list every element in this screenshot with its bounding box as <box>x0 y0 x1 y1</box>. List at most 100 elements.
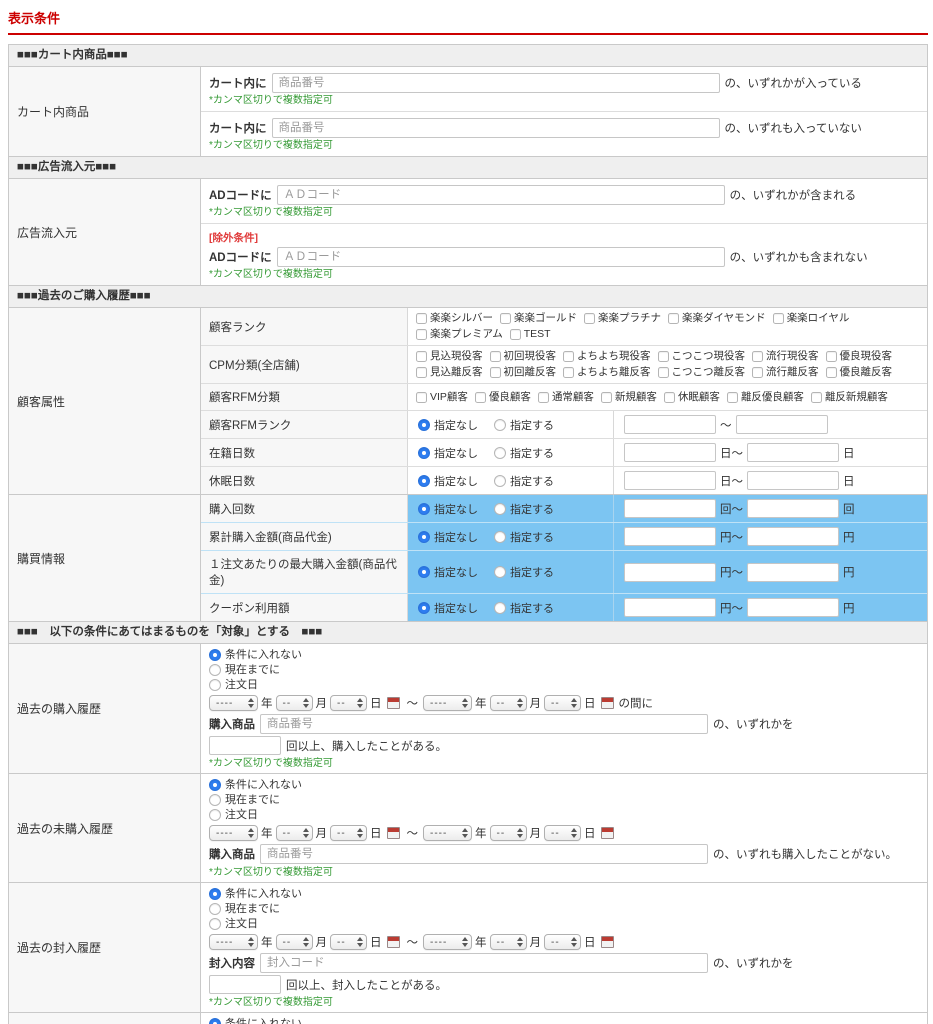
radio-icon[interactable] <box>209 779 221 791</box>
radio-option-0[interactable]: 条件に入れない <box>209 778 919 792</box>
checkbox-icon[interactable] <box>584 313 595 324</box>
checkbox-option[interactable]: 見込現役客 <box>416 350 483 363</box>
radio-option-none[interactable]: 指定なし <box>418 417 478 433</box>
checkbox-option[interactable]: 離反新規顧客 <box>810 391 888 404</box>
checkbox-option[interactable]: 優良顧客 <box>474 391 531 404</box>
radio-option-0[interactable]: 条件に入れない <box>209 887 919 901</box>
radio-option-specify[interactable]: 指定する <box>494 445 554 461</box>
checkbox-option[interactable]: 楽楽プラチナ <box>584 312 661 325</box>
checkbox-icon[interactable] <box>752 367 763 378</box>
radio-option-specify[interactable]: 指定する <box>494 600 554 616</box>
checkbox-icon[interactable] <box>657 367 669 378</box>
checkbox-option[interactable]: 通常顧客 <box>537 391 594 404</box>
checkbox-icon[interactable] <box>657 351 669 362</box>
checkbox-icon[interactable] <box>489 351 501 362</box>
checkbox-option[interactable]: よちよち離反客 <box>563 366 651 379</box>
checkbox-option[interactable]: 楽楽ロイヤル <box>772 312 849 325</box>
radio-icon[interactable] <box>209 809 221 821</box>
range-from-input[interactable] <box>624 471 716 490</box>
range-to-input[interactable] <box>747 471 839 490</box>
range-to-input[interactable] <box>747 562 839 582</box>
radio-option-0[interactable]: 条件に入れない <box>209 1017 919 1024</box>
checkbox-option[interactable]: 離反優良顧客 <box>726 391 804 404</box>
purchase-item-input[interactable] <box>260 844 708 864</box>
count-input[interactable] <box>209 975 281 994</box>
radio-icon[interactable] <box>418 418 430 431</box>
checkbox-icon[interactable] <box>563 367 574 378</box>
date-year-select[interactable]: ---- <box>423 934 472 950</box>
checkbox-option[interactable]: 新規顧客 <box>600 391 657 404</box>
radio-icon[interactable] <box>209 664 221 676</box>
checkbox-option[interactable]: 優良離反客 <box>825 366 892 379</box>
radio-icon[interactable] <box>418 446 430 459</box>
checkbox-icon[interactable] <box>416 367 427 378</box>
range-to-input[interactable] <box>747 499 839 518</box>
checkbox-icon[interactable] <box>726 391 738 403</box>
date-year-select[interactable]: ---- <box>423 695 472 711</box>
cart-exclude-input[interactable] <box>271 118 720 138</box>
date-year-select[interactable]: ---- <box>209 825 258 841</box>
range-from-input[interactable] <box>624 443 716 462</box>
radio-icon[interactable] <box>494 502 506 515</box>
range-to-input[interactable] <box>747 598 839 617</box>
checkbox-icon[interactable] <box>825 351 837 362</box>
radio-option-1[interactable]: 現在までに <box>209 793 919 807</box>
checkbox-icon[interactable] <box>663 391 675 403</box>
radio-option-none[interactable]: 指定なし <box>418 445 478 461</box>
radio-option-none[interactable]: 指定なし <box>418 473 478 489</box>
date-mon-select[interactable]: -- <box>489 695 527 711</box>
checkbox-icon[interactable] <box>416 313 427 324</box>
date-day-select[interactable]: -- <box>544 825 581 841</box>
checkbox-option[interactable]: こつこつ現役客 <box>657 350 745 363</box>
checkbox-option[interactable]: 流行現役客 <box>752 350 819 363</box>
checkbox-option[interactable]: 楽楽ゴールド <box>500 312 577 325</box>
radio-option-none[interactable]: 指定なし <box>418 564 478 580</box>
radio-option-specify[interactable]: 指定する <box>494 473 554 489</box>
date-year-select[interactable]: ---- <box>209 934 258 950</box>
purchase-item-input[interactable] <box>260 714 708 734</box>
ad-include-input[interactable] <box>276 185 725 205</box>
date-day-select[interactable]: -- <box>330 695 367 711</box>
checkbox-icon[interactable] <box>600 391 612 403</box>
radio-option-none[interactable]: 指定なし <box>418 501 478 517</box>
radio-option-0[interactable]: 条件に入れない <box>209 648 919 662</box>
radio-icon[interactable] <box>418 566 430 578</box>
ad-exclude-input[interactable] <box>276 247 725 267</box>
checkbox-option[interactable]: TEST <box>509 328 551 341</box>
checkbox-option[interactable]: 流行離反客 <box>752 366 819 379</box>
cart-include-input[interactable] <box>271 73 720 93</box>
checkbox-option[interactable]: 優良現役客 <box>825 350 892 363</box>
date-day-select[interactable]: -- <box>544 695 581 711</box>
radio-option-specify[interactable]: 指定する <box>494 529 554 545</box>
range-to-input[interactable] <box>747 443 839 462</box>
radio-icon[interactable] <box>209 1018 221 1024</box>
radio-icon[interactable] <box>494 601 506 614</box>
radio-icon[interactable] <box>418 502 430 515</box>
date-year-select[interactable]: ---- <box>209 695 258 711</box>
checkbox-option[interactable]: 楽楽プレミアム <box>416 328 503 341</box>
calendar-icon[interactable] <box>386 936 400 948</box>
date-mon-select[interactable]: -- <box>275 695 313 711</box>
checkbox-icon[interactable] <box>416 391 427 403</box>
checkbox-icon[interactable] <box>537 391 549 403</box>
range-from-input[interactable] <box>624 562 716 582</box>
radio-icon[interactable] <box>209 888 221 900</box>
radio-icon[interactable] <box>209 794 221 806</box>
checkbox-icon[interactable] <box>416 351 427 362</box>
date-mon-select[interactable]: -- <box>275 825 313 841</box>
radio-option-none[interactable]: 指定なし <box>418 529 478 545</box>
enclosure-item-input[interactable] <box>260 953 708 973</box>
checkbox-icon[interactable] <box>509 329 521 340</box>
radio-option-specify[interactable]: 指定する <box>494 501 554 517</box>
date-mon-select[interactable]: -- <box>489 825 527 841</box>
radio-icon[interactable] <box>494 530 506 543</box>
checkbox-option[interactable]: 休眠顧客 <box>663 391 720 404</box>
range-from-input[interactable] <box>624 499 716 518</box>
range-from-input[interactable] <box>624 415 716 434</box>
checkbox-icon[interactable] <box>772 313 784 324</box>
checkbox-icon[interactable] <box>752 351 763 362</box>
checkbox-icon[interactable] <box>416 329 427 340</box>
checkbox-icon[interactable] <box>825 367 837 378</box>
calendar-icon[interactable] <box>600 827 614 839</box>
radio-icon[interactable] <box>494 446 506 459</box>
